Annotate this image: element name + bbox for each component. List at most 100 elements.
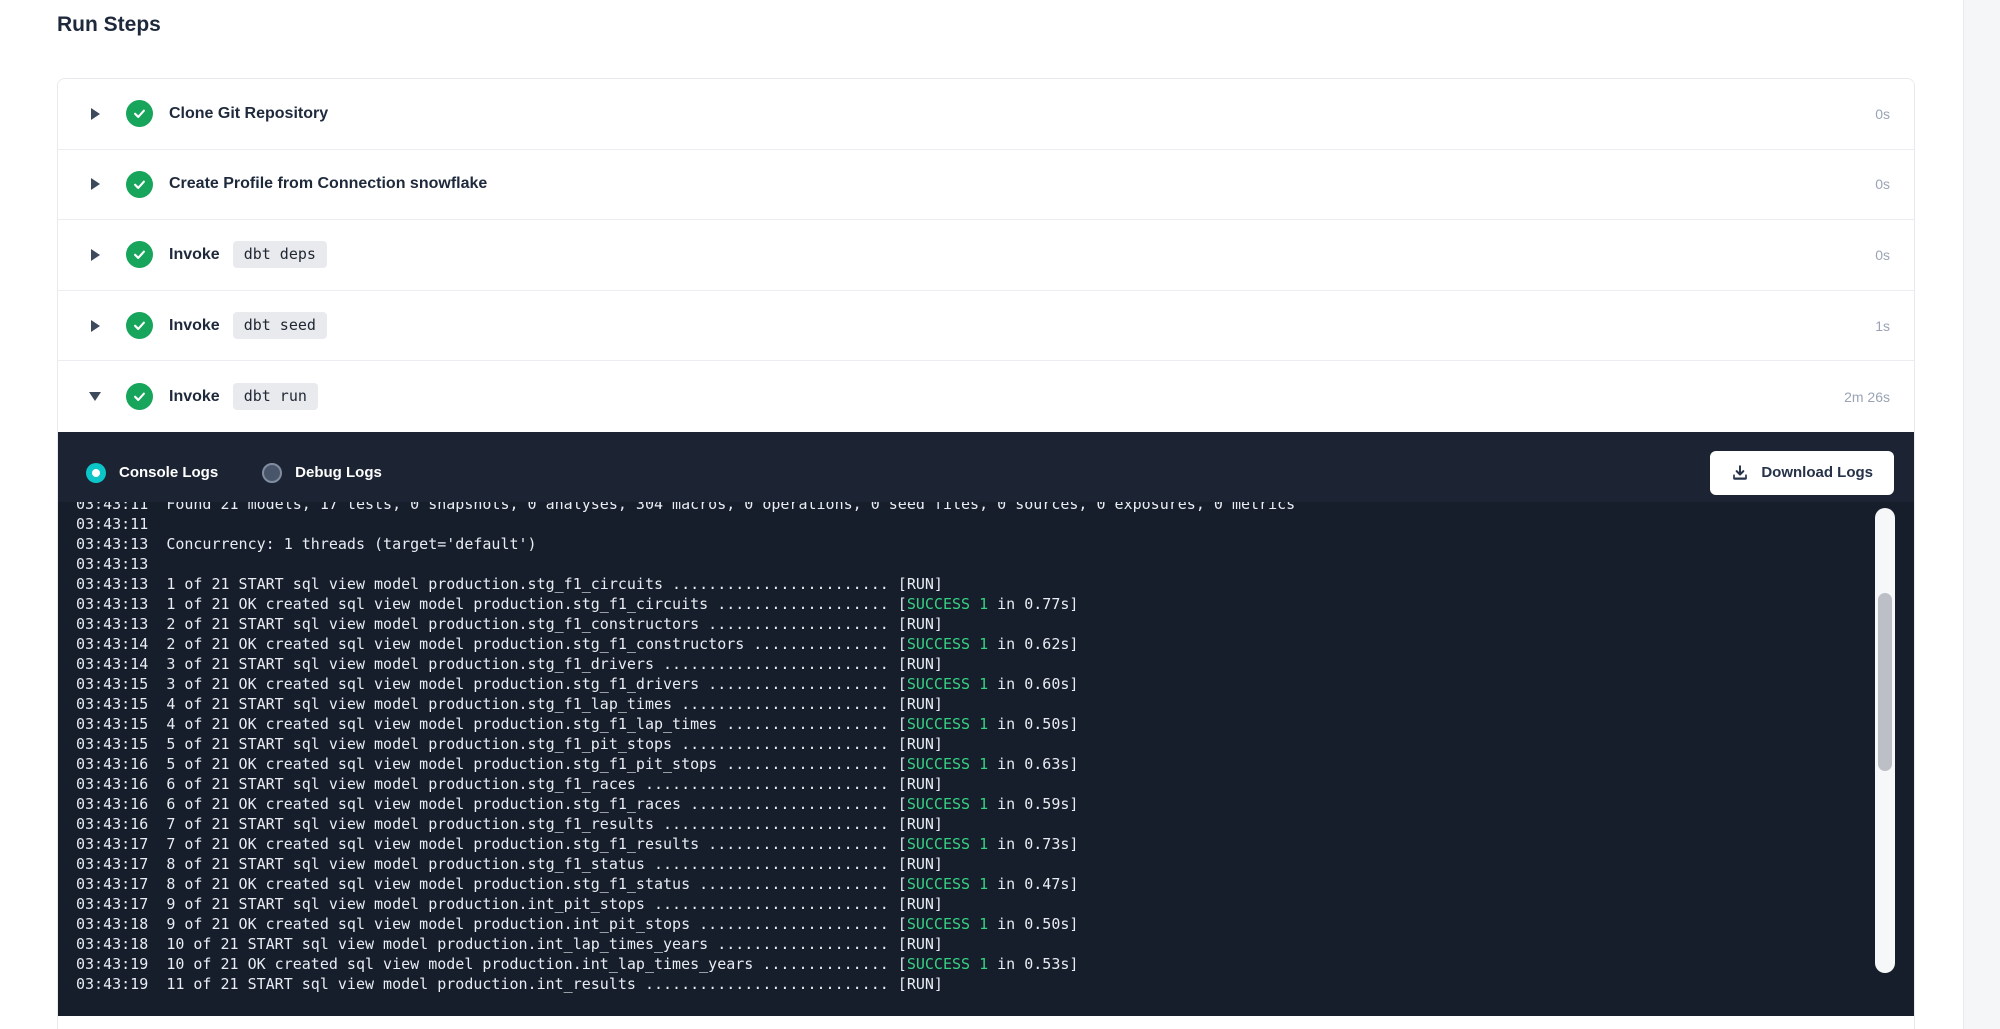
log-timestamp: 03:43:14 <box>76 655 148 673</box>
log-line: 03:43:11 Found 21 models, 17 tests, 0 sn… <box>76 502 1914 514</box>
radio-selected-icon[interactable] <box>86 463 106 483</box>
log-message: 3 of 21 START sql view model production.… <box>166 655 943 673</box>
log-scrollbar-track[interactable] <box>1875 508 1895 973</box>
log-success-status: SUCCESS 1 <box>907 875 988 893</box>
log-timestamp: 03:43:15 <box>76 675 148 693</box>
log-message: 7 of 21 START sql view model production.… <box>166 815 943 833</box>
log-timestamp: 03:43:17 <box>76 835 148 853</box>
log-duration-suffix: in 0.73s] <box>988 835 1078 853</box>
log-timestamp: 03:43:13 <box>76 595 148 613</box>
debug-logs-radio[interactable]: Debug Logs <box>262 463 382 483</box>
log-timestamp: 03:43:14 <box>76 635 148 653</box>
log-timestamp: 03:43:13 <box>76 535 148 553</box>
log-line: 03:43:15 3 of 21 OK created sql view mod… <box>76 674 1914 694</box>
log-message: 8 of 21 OK created sql view model produc… <box>166 875 907 893</box>
log-line: 03:43:17 8 of 21 OK created sql view mod… <box>76 874 1914 894</box>
log-timestamp: 03:43:13 <box>76 615 148 633</box>
step-label: Invoke <box>169 388 220 406</box>
log-message: 5 of 21 OK created sql view model produc… <box>166 755 907 773</box>
log-message: 10 of 21 OK created sql view model produ… <box>166 955 907 973</box>
log-timestamp: 03:43:15 <box>76 715 148 733</box>
log-type-radio-group: Console Logs Debug Logs <box>86 463 426 483</box>
log-timestamp: 03:43:11 <box>76 515 148 533</box>
radio-unselected-icon[interactable] <box>262 463 282 483</box>
log-timestamp: 03:43:18 <box>76 935 148 953</box>
log-line: 03:43:13 2 of 21 START sql view model pr… <box>76 614 1914 634</box>
console-logs-radio[interactable]: Console Logs <box>86 463 218 483</box>
log-message: 6 of 21 OK created sql view model produc… <box>166 795 907 813</box>
log-message: 10 of 21 START sql view model production… <box>166 935 943 953</box>
log-timestamp: 03:43:15 <box>76 735 148 753</box>
caret-right-icon[interactable] <box>88 178 102 190</box>
run-step-row[interactable]: Create Profile from Connection snowflake… <box>58 150 1914 221</box>
download-logs-button[interactable]: Download Logs <box>1710 451 1894 495</box>
log-message: 2 of 21 START sql view model production.… <box>166 615 943 633</box>
log-line: 03:43:19 10 of 21 OK created sql view mo… <box>76 954 1914 974</box>
log-message: 1 of 21 START sql view model production.… <box>166 575 943 593</box>
log-success-status: SUCCESS 1 <box>907 675 988 693</box>
success-check-icon <box>126 171 153 198</box>
success-check-icon <box>126 312 153 339</box>
log-line: 03:43:17 9 of 21 START sql view model pr… <box>76 894 1914 914</box>
download-icon <box>1731 464 1749 482</box>
log-message: 4 of 21 OK created sql view model produc… <box>166 715 907 733</box>
log-timestamp: 03:43:15 <box>76 695 148 713</box>
log-message: 9 of 21 OK created sql view model produc… <box>166 915 907 933</box>
caret-down-icon[interactable] <box>88 392 102 401</box>
card-footer <box>58 1016 1914 1029</box>
log-line: 03:43:18 10 of 21 START sql view model p… <box>76 934 1914 954</box>
log-duration-suffix: in 0.59s] <box>988 795 1078 813</box>
log-duration-suffix: in 0.47s] <box>988 875 1078 893</box>
page-right-gutter <box>1963 0 2000 1029</box>
caret-right-icon[interactable] <box>88 320 102 332</box>
log-line: 03:43:15 4 of 21 START sql view model pr… <box>76 694 1914 714</box>
log-lines: 03:43:11 Found 21 models, 17 tests, 0 sn… <box>76 502 1914 994</box>
run-step-row[interactable]: Clone Git Repository0s <box>58 79 1914 150</box>
log-duration-suffix: in 0.50s] <box>988 715 1078 733</box>
log-timestamp: 03:43:17 <box>76 895 148 913</box>
log-line: 03:43:15 5 of 21 START sql view model pr… <box>76 734 1914 754</box>
log-success-status: SUCCESS 1 <box>907 835 988 853</box>
run-step-row[interactable]: Invokedbt deps0s <box>58 220 1914 291</box>
run-steps-card: Clone Git Repository0sCreate Profile fro… <box>57 78 1915 1029</box>
log-timestamp: 03:43:18 <box>76 915 148 933</box>
step-label: Invoke <box>169 317 220 335</box>
step-label: Create Profile from Connection snowflake <box>169 175 487 193</box>
log-success-status: SUCCESS 1 <box>907 795 988 813</box>
log-message: 11 of 21 START sql view model production… <box>166 975 943 993</box>
log-line: 03:43:16 5 of 21 OK created sql view mod… <box>76 754 1914 774</box>
log-timestamp: 03:43:19 <box>76 975 148 993</box>
log-scrollbar-thumb[interactable] <box>1878 593 1892 771</box>
log-line: 03:43:17 7 of 21 OK created sql view mod… <box>76 834 1914 854</box>
log-duration-suffix: in 0.77s] <box>988 595 1078 613</box>
log-line: 03:43:19 11 of 21 START sql view model p… <box>76 974 1914 994</box>
caret-right-icon[interactable] <box>88 249 102 261</box>
log-line: 03:43:13 <box>76 554 1914 574</box>
log-line: 03:43:16 6 of 21 OK created sql view mod… <box>76 794 1914 814</box>
caret-right-icon[interactable] <box>88 108 102 120</box>
log-viewport[interactable]: 03:43:11 Found 21 models, 17 tests, 0 sn… <box>58 502 1914 1016</box>
log-message: 7 of 21 OK created sql view model produc… <box>166 835 907 853</box>
log-message: 1 of 21 OK created sql view model produc… <box>166 595 907 613</box>
log-message: 2 of 21 OK created sql view model produc… <box>166 635 907 653</box>
log-message: Concurrency: 1 threads (target='default'… <box>166 535 536 553</box>
log-message: 8 of 21 START sql view model production.… <box>166 855 943 873</box>
log-success-status: SUCCESS 1 <box>907 635 988 653</box>
run-step-row[interactable]: Invokedbt seed1s <box>58 291 1914 362</box>
step-duration: 0s <box>1875 106 1890 122</box>
log-success-status: SUCCESS 1 <box>907 595 988 613</box>
step-label: Invoke <box>169 246 220 264</box>
log-timestamp: 03:43:16 <box>76 795 148 813</box>
log-message: 4 of 21 START sql view model production.… <box>166 695 943 713</box>
log-line: 03:43:17 8 of 21 START sql view model pr… <box>76 854 1914 874</box>
run-step-row[interactable]: Invokedbt run2m 26s <box>58 361 1914 432</box>
log-timestamp: 03:43:13 <box>76 555 148 573</box>
page-title: Run Steps <box>57 13 161 37</box>
success-check-icon <box>126 383 153 410</box>
success-check-icon <box>126 100 153 127</box>
log-message: 6 of 21 START sql view model production.… <box>166 775 943 793</box>
log-line: 03:43:13 1 of 21 OK created sql view mod… <box>76 594 1914 614</box>
log-line: 03:43:15 4 of 21 OK created sql view mod… <box>76 714 1914 734</box>
log-duration-suffix: in 0.50s] <box>988 915 1078 933</box>
log-timestamp: 03:43:16 <box>76 755 148 773</box>
